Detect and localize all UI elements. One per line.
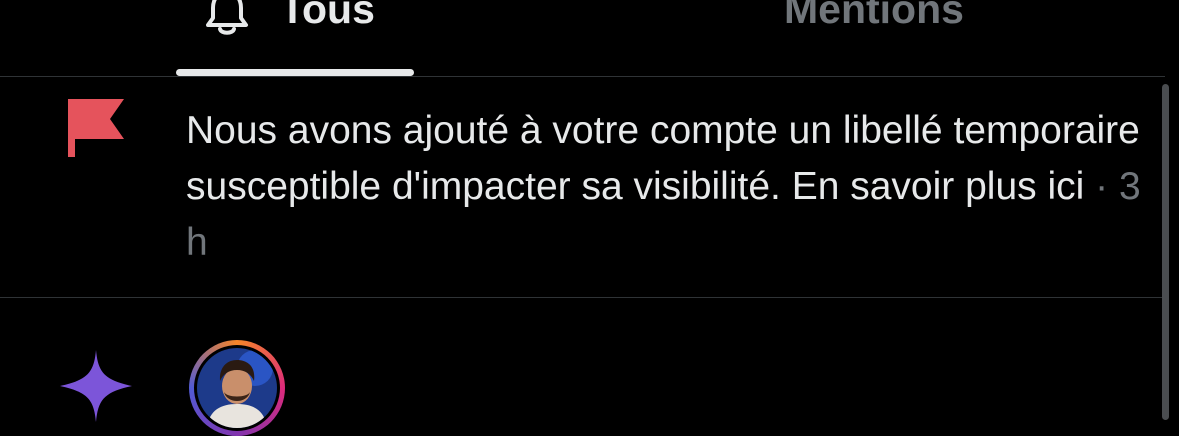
notification-separator: · — [1084, 165, 1119, 208]
notification-message[interactable]: Nous avons ajouté à votre compte un libe… — [186, 109, 1140, 208]
active-tab-indicator — [176, 69, 414, 76]
notification-item[interactable]: Nous avons ajouté à votre compte un libe… — [0, 77, 1160, 297]
avatar[interactable] — [189, 340, 285, 436]
notification-item[interactable] — [0, 298, 1160, 436]
avatar-photo — [197, 348, 277, 428]
notification-text: Nous avons ajouté à votre compte un libe… — [186, 103, 1146, 271]
tab-all[interactable]: Tous — [176, 0, 414, 76]
tab-mentions-label: Mentions — [784, 0, 964, 32]
tab-all-label: Tous — [280, 0, 375, 32]
bell-icon — [206, 0, 248, 35]
tab-mentions[interactable]: Mentions — [760, 0, 1010, 76]
scrollbar[interactable] — [1162, 84, 1169, 420]
sparkle-icon — [60, 350, 132, 422]
flag-icon — [68, 99, 124, 157]
notification-tabs: Tous Mentions — [0, 0, 1179, 76]
